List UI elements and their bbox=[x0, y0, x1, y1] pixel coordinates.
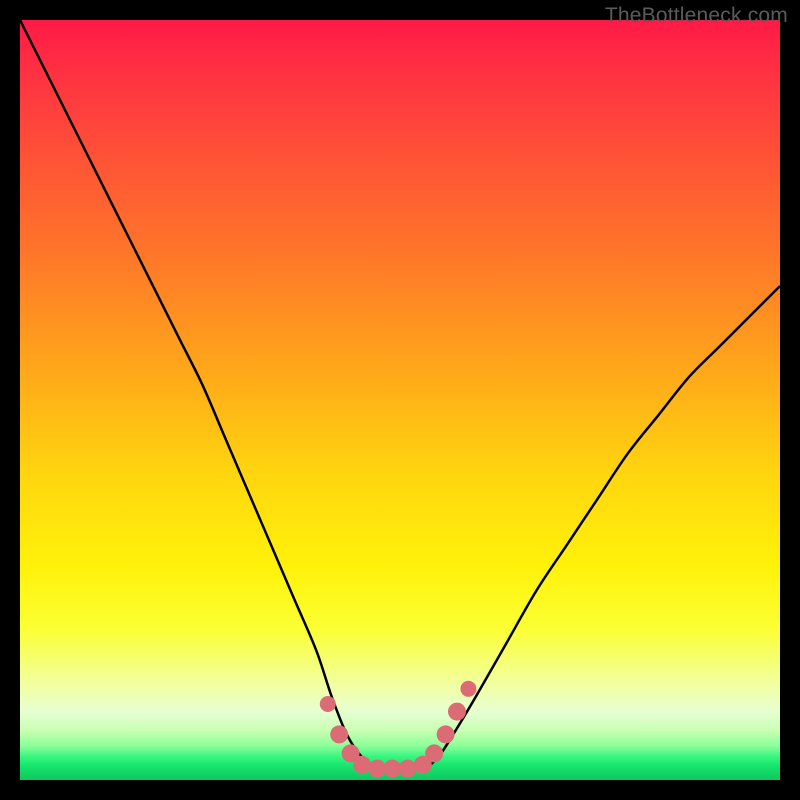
bottleneck-curve bbox=[20, 20, 780, 769]
watermark-text: TheBottleneck.com bbox=[605, 4, 788, 28]
trough-marker bbox=[460, 681, 476, 697]
curve-svg bbox=[20, 20, 780, 780]
chart-canvas: TheBottleneck.com bbox=[0, 0, 800, 800]
trough-marker bbox=[330, 725, 348, 743]
trough-marker bbox=[437, 725, 455, 743]
trough-markers bbox=[320, 681, 477, 778]
trough-marker bbox=[353, 756, 371, 774]
trough-marker bbox=[320, 696, 336, 712]
trough-marker bbox=[448, 703, 466, 721]
trough-marker bbox=[399, 760, 417, 778]
trough-marker bbox=[425, 744, 443, 762]
plot-area bbox=[20, 20, 780, 780]
